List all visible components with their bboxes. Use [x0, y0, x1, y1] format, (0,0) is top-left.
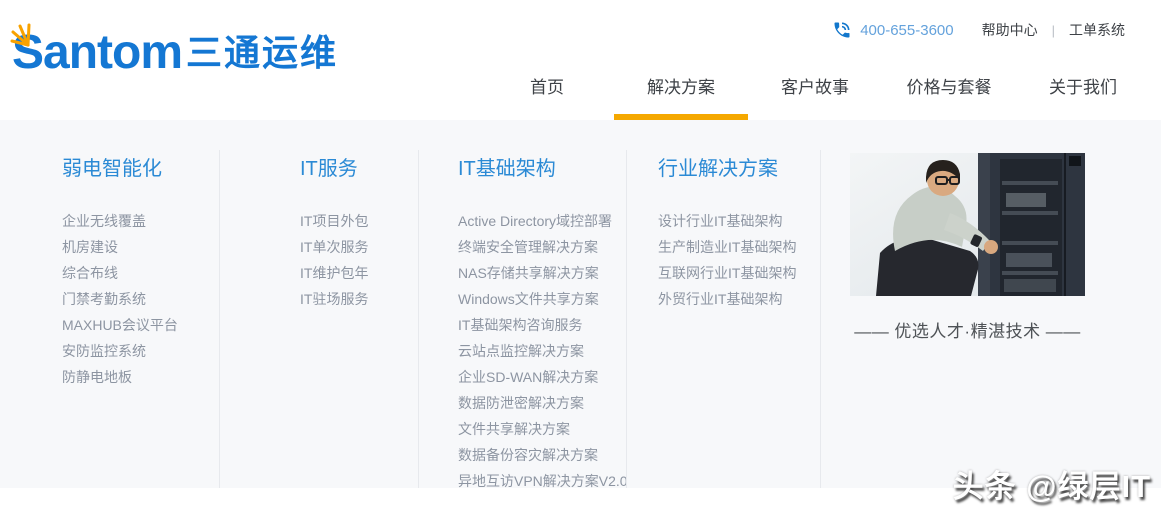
- column-divider: [820, 150, 821, 488]
- menu-item[interactable]: 异地互访VPN解决方案V2.0: [458, 468, 628, 494]
- help-center-link[interactable]: 帮助中心: [982, 20, 1038, 40]
- column-divider: [219, 150, 220, 488]
- menu-column-title[interactable]: 弱电智能化: [62, 152, 178, 181]
- logo-sun-icon: [6, 21, 36, 51]
- topbar-divider: |: [1052, 23, 1055, 38]
- menu-item[interactable]: NAS存储共享解决方案: [458, 260, 628, 286]
- phone-icon: [832, 20, 852, 40]
- menu-item[interactable]: 门禁考勤系统: [62, 286, 178, 312]
- menu-item[interactable]: IT单次服务: [300, 234, 368, 260]
- column-divider: [418, 150, 419, 488]
- brand-name-cn: 三通运维: [186, 33, 338, 73]
- nav-item[interactable]: 解决方案: [614, 50, 748, 120]
- menu-item[interactable]: Windows文件共享方案: [458, 286, 628, 312]
- nav-item-label: 价格与套餐: [907, 73, 992, 98]
- menu-item[interactable]: 数据防泄密解决方案: [458, 390, 628, 416]
- menu-item[interactable]: IT驻场服务: [300, 286, 368, 312]
- topbar: 400-655-3600 帮助中心 | 工单系统: [832, 20, 1125, 40]
- menu-column: IT基础架构 Active Directory域控部署终端安全管理解决方案NAS存…: [458, 152, 628, 494]
- menu-item[interactable]: MAXHUB会议平台: [62, 312, 178, 338]
- menu-column-title[interactable]: 行业解决方案: [658, 152, 796, 181]
- menu-item[interactable]: IT维护包年: [300, 260, 368, 286]
- menu-item[interactable]: 企业无线覆盖: [62, 208, 178, 234]
- mega-menu-panel: —— 优选人才·精湛技术 —— 弱电智能化企业无线覆盖机房建设综合布线门禁考勤系…: [0, 120, 1161, 488]
- site-header: Santom 三通运维 400-655-3600 帮助中心 | 工单系统 首页 解…: [0, 0, 1161, 120]
- menu-column-title[interactable]: IT服务: [300, 152, 368, 181]
- brand-logo[interactable]: Santom 三通运维: [12, 30, 338, 76]
- technician-server-photo: [850, 153, 1085, 296]
- nav-item[interactable]: 关于我们: [1016, 50, 1150, 120]
- menu-item[interactable]: 云站点监控解决方案: [458, 338, 628, 364]
- nav-item-label: 解决方案: [647, 73, 715, 98]
- nav-item[interactable]: 首页: [480, 50, 614, 120]
- menu-item[interactable]: IT基础架构咨询服务: [458, 312, 628, 338]
- menu-item[interactable]: IT项目外包: [300, 208, 368, 234]
- menu-item[interactable]: 机房建设: [62, 234, 178, 260]
- menu-column: 行业解决方案设计行业IT基础架构生产制造业IT基础架构互联网行业IT基础架构外贸…: [658, 152, 796, 312]
- menu-item[interactable]: 综合布线: [62, 260, 178, 286]
- menu-item[interactable]: 互联网行业IT基础架构: [658, 260, 796, 286]
- menu-item[interactable]: 安防监控系统: [62, 338, 178, 364]
- menu-item[interactable]: 文件共享解决方案: [458, 416, 628, 442]
- menu-column: 弱电智能化企业无线覆盖机房建设综合布线门禁考勤系统MAXHUB会议平台安防监控系…: [62, 152, 178, 390]
- promo-block: —— 优选人才·精湛技术 ——: [850, 153, 1085, 342]
- nav-item-label: 关于我们: [1049, 73, 1117, 98]
- column-divider: [626, 150, 627, 488]
- menu-item[interactable]: 数据备份容灾解决方案: [458, 442, 628, 468]
- main-nav: 首页 解决方案 客户故事 价格与套餐 关于我们: [480, 50, 1150, 120]
- phone-number[interactable]: 400-655-3600: [860, 22, 953, 39]
- watermark: 头条 @绿层IT: [953, 461, 1151, 506]
- menu-column: IT服务 IT项目外包IT单次服务IT维护包年IT驻场服务: [300, 152, 368, 312]
- menu-item[interactable]: 设计行业IT基础架构: [658, 208, 796, 234]
- menu-column-title[interactable]: IT基础架构: [458, 152, 628, 181]
- ticket-system-link[interactable]: 工单系统: [1069, 20, 1125, 40]
- menu-item[interactable]: 企业SD-WAN解决方案: [458, 364, 628, 390]
- nav-item[interactable]: 价格与套餐: [882, 50, 1016, 120]
- menu-item[interactable]: 生产制造业IT基础架构: [658, 234, 796, 260]
- promo-caption: —— 优选人才·精湛技术 ——: [850, 317, 1085, 342]
- menu-item[interactable]: Active Directory域控部署: [458, 208, 628, 234]
- nav-item-label: 首页: [530, 73, 564, 98]
- menu-item[interactable]: 外贸行业IT基础架构: [658, 286, 796, 312]
- menu-item[interactable]: 终端安全管理解决方案: [458, 234, 628, 260]
- menu-item[interactable]: 防静电地板: [62, 364, 178, 390]
- nav-item-label: 客户故事: [781, 73, 849, 98]
- brand-name-en: Santom: [12, 31, 182, 75]
- nav-item[interactable]: 客户故事: [748, 50, 882, 120]
